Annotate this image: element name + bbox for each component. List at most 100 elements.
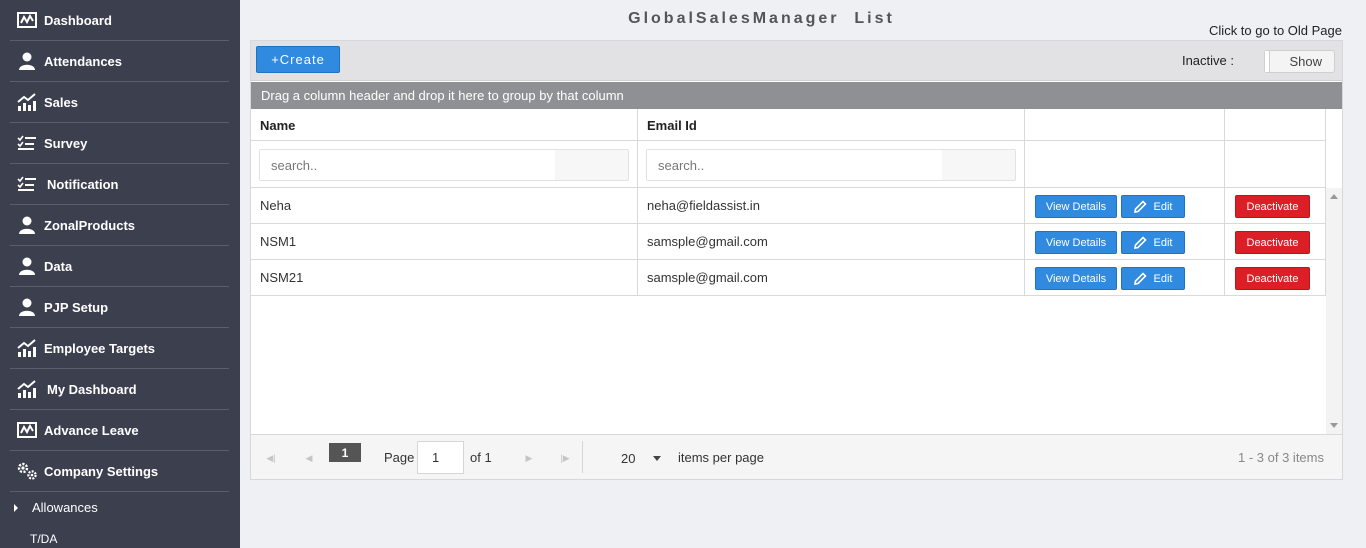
sidebar-item-tda[interactable]: T/DA [30, 532, 57, 546]
edit-label: Edit [1153, 272, 1173, 285]
scroll-down-arrow-icon[interactable] [1330, 423, 1338, 428]
search-input-email[interactable] [647, 150, 942, 180]
grid-toolbar: +Create Inactive : Show [251, 41, 1342, 81]
cell-actions: View Details Edit [1025, 188, 1225, 224]
sidebar-item-allowances[interactable]: Allowances [14, 500, 98, 515]
cell-deactivate: Deactivate [1225, 260, 1326, 296]
chevron-down-icon[interactable] [653, 456, 661, 461]
group-drop-zone[interactable]: Drag a column header and drop it here to… [251, 82, 1342, 109]
sidebar-item-dashboard[interactable]: Dashboard [10, 0, 229, 41]
column-header-actions [1025, 109, 1225, 141]
table-header: Name Email Id [251, 109, 1326, 141]
page-title: GlobalSalesManager List [628, 10, 895, 27]
page-input[interactable] [417, 441, 464, 474]
search-box [259, 149, 629, 181]
filter-cell-email [638, 141, 1025, 188]
page-size-select[interactable]: 20 [621, 451, 635, 466]
edit-button[interactable]: Edit [1121, 195, 1185, 218]
cell-email: samsple@gmail.com [638, 260, 1025, 296]
search-box [646, 149, 1016, 181]
sidebar-item-attendances[interactable]: Attendances [10, 41, 229, 82]
table-row: Neha neha@fieldassist.in View Details Ed… [251, 188, 1326, 224]
items-per-page-label: items per page [678, 450, 764, 465]
page-label: Page [384, 450, 415, 465]
sidebar: Dashboard Attendances Sales Survey Notif… [0, 0, 240, 548]
cell-name: NSM1 [251, 224, 638, 260]
checklist-icon [16, 174, 38, 194]
first-page-icon[interactable]: ◀︎| [257, 443, 285, 473]
toggle-label: Show [1289, 54, 1322, 69]
sidebar-item-company-settings[interactable]: Company Settings [10, 451, 229, 492]
data-grid: +Create Inactive : Show Drag a column he… [250, 40, 1343, 480]
edit-button[interactable]: Edit [1121, 231, 1185, 254]
cell-actions: View Details Edit [1025, 260, 1225, 296]
sidebar-item-my-dashboard[interactable]: My Dashboard [10, 369, 229, 410]
user-icon [16, 215, 38, 235]
old-page-link[interactable]: Click to go to Old Page [1209, 23, 1342, 38]
user-icon [16, 297, 38, 317]
sidebar-item-employee-targets[interactable]: Employee Targets [10, 328, 229, 369]
caret-right-icon [14, 503, 18, 512]
next-page-icon[interactable]: ▶ [515, 443, 543, 473]
column-header-email[interactable]: Email Id [638, 109, 1025, 141]
inactive-toggle[interactable]: Show [1264, 50, 1335, 73]
sidebar-item-label: Advance Leave [44, 422, 139, 438]
sidebar-item-pjp-setup[interactable]: PJP Setup [10, 287, 229, 328]
table-row: NSM1 samsple@gmail.com View Details Edit… [251, 224, 1326, 260]
page-number-button[interactable]: 1 [329, 443, 361, 462]
sidebar-item-survey[interactable]: Survey [10, 123, 229, 164]
filter-row [251, 141, 1326, 188]
monitor-chart-icon [16, 420, 38, 440]
sidebar-item-label: Sales [44, 94, 78, 110]
sidebar-item-sales[interactable]: Sales [10, 82, 229, 123]
deactivate-button[interactable]: Deactivate [1235, 267, 1310, 290]
cell-name: Neha [251, 188, 638, 224]
view-details-button[interactable]: View Details [1035, 195, 1117, 218]
gears-icon [16, 461, 38, 481]
deactivate-button[interactable]: Deactivate [1235, 231, 1310, 254]
sidebar-item-data[interactable]: Data [10, 246, 229, 287]
sidebar-item-label: Data [44, 258, 73, 274]
sidebar-item-advance-leave[interactable]: Advance Leave [10, 410, 229, 451]
pencil-icon [1133, 200, 1147, 213]
vertical-scrollbar[interactable] [1326, 188, 1342, 434]
pencil-icon [1133, 236, 1147, 249]
last-page-icon[interactable]: |▶ [551, 443, 579, 473]
cell-deactivate: Deactivate [1225, 188, 1326, 224]
trend-up-icon [16, 338, 38, 358]
cell-name: NSM21 [251, 260, 638, 296]
column-header-name[interactable]: Name [251, 109, 638, 141]
deactivate-button[interactable]: Deactivate [1235, 195, 1310, 218]
create-button[interactable]: +Create [256, 46, 340, 73]
pager-info: 1 - 3 of 3 items [1238, 450, 1324, 465]
edit-label: Edit [1153, 236, 1173, 249]
sidebar-item-label: ZonalProducts [44, 217, 136, 233]
trend-up-icon [16, 379, 38, 399]
prev-page-icon[interactable]: ◀ [295, 443, 323, 473]
search-input-name[interactable] [260, 150, 555, 180]
edit-button[interactable]: Edit [1121, 267, 1185, 290]
pencil-icon [1133, 272, 1147, 285]
table-row: NSM21 samsple@gmail.com View Details Edi… [251, 260, 1326, 296]
cell-email: neha@fieldassist.in [638, 188, 1025, 224]
filter-cell-empty [1225, 141, 1326, 188]
sidebar-item-label: Dashboard [44, 12, 112, 28]
monitor-chart-icon [16, 10, 38, 30]
cell-actions: View Details Edit [1025, 224, 1225, 260]
cell-email: samsple@gmail.com [638, 224, 1025, 260]
checklist-icon [16, 133, 38, 153]
user-icon [16, 51, 38, 71]
of-pages-label: of 1 [470, 450, 492, 465]
view-details-button[interactable]: View Details [1035, 231, 1117, 254]
pager: ◀︎| ◀ 1 Page of 1 ▶ |▶ 20 items per page… [251, 434, 1342, 479]
sidebar-item-notification[interactable]: Notification [10, 164, 229, 205]
table-body: Neha neha@fieldassist.in View Details Ed… [251, 188, 1326, 434]
pager-separator [582, 441, 583, 473]
view-details-button[interactable]: View Details [1035, 267, 1117, 290]
sidebar-item-label: My Dashboard [47, 381, 137, 397]
cell-deactivate: Deactivate [1225, 224, 1326, 260]
scroll-up-arrow-icon[interactable] [1330, 194, 1338, 199]
sidebar-item-label: Survey [44, 135, 88, 151]
sidebar-item-zonalproducts[interactable]: ZonalProducts [10, 205, 229, 246]
filter-cell-name [251, 141, 638, 188]
